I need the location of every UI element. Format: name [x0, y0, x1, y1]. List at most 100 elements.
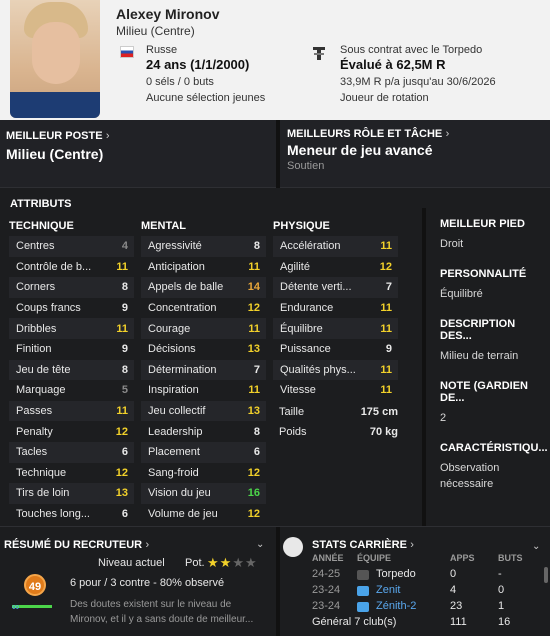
attribute-name: Sang-froid — [148, 466, 199, 479]
physical-title: PHYSIQUE — [273, 220, 330, 232]
attribute-name: Détente verti... — [280, 281, 352, 294]
career-club[interactable]: Torpedo — [376, 568, 416, 580]
attribute-row[interactable]: Penalty 12 — [9, 421, 134, 442]
best-foot: MEILLEUR PIED Droit — [440, 218, 525, 250]
attribute-row[interactable]: Corners 8 — [9, 277, 134, 298]
attribute-row[interactable]: Détermination 7 — [141, 359, 266, 381]
scout-report-link[interactable]: RÉSUMÉ DU RECRUTEUR › — [4, 537, 149, 551]
career-club[interactable]: Zénith-2 — [376, 600, 416, 612]
attribute-row[interactable]: Placement 6 — [141, 441, 266, 463]
career-goals: 1 — [498, 600, 505, 612]
zenit-icon — [357, 586, 369, 596]
player-header: Alexey Mironov Milieu (Centre) Russe 24 … — [0, 0, 550, 120]
attribute-row[interactable]: Tacles 6 — [9, 441, 134, 463]
attribute-row[interactable]: Puissance 9 — [273, 339, 398, 360]
attribute-row[interactable]: Jeu collectif 13 — [141, 400, 266, 422]
chevron-down-icon[interactable]: ⌄ — [256, 539, 264, 550]
attribute-row[interactable]: Concentration 12 — [141, 298, 266, 319]
attribute-row[interactable]: Touches long... 6 — [9, 504, 134, 525]
side-info: MEILLEUR PIED Droit PERSONNALITÉ Équilibré… — [422, 208, 550, 528]
youth-caps: Aucune sélection jeunes — [146, 92, 266, 104]
attribute-name: Endurance — [280, 302, 334, 315]
attribute-row[interactable]: Jeu de tête 8 — [9, 359, 134, 381]
attribute-name: Puissance — [280, 343, 331, 356]
career-goals: 0 — [498, 584, 505, 596]
attribute-name: Appels de balle — [148, 281, 224, 294]
attribute-name: Inspiration — [148, 384, 199, 397]
attribute-row[interactable]: Détente verti... 7 — [273, 277, 398, 298]
career-stats-link[interactable]: STATS CARRIÈRE › — [312, 537, 414, 551]
attribute-name: Agressivité — [148, 240, 202, 253]
attribute-name: Touches long... — [16, 508, 90, 521]
chevron-down-icon[interactable]: ⌄ — [532, 541, 540, 552]
attribute-value: 13 — [115, 487, 128, 500]
attribute-value: 13 — [247, 405, 260, 418]
torpedo-club-icon[interactable] — [312, 46, 326, 62]
torpedo-icon — [357, 570, 369, 580]
attribute-row[interactable]: Leadership 8 — [141, 421, 266, 442]
best-position-link[interactable]: MEILLEUR POSTE › — [6, 128, 110, 142]
attribute-value: 6 — [121, 446, 128, 459]
attribute-name: Tirs de loin — [16, 487, 70, 500]
attribute-value: 14 — [247, 281, 260, 294]
attribute-row[interactable]: Décisions 13 — [141, 339, 266, 360]
attribute-row[interactable]: Passes 11 — [9, 400, 134, 422]
attribute-row[interactable]: Courage 11 — [141, 318, 266, 339]
attribute-name: Jeu de tête — [16, 363, 71, 376]
career-year: 23-24 — [312, 584, 341, 596]
best-position-bar: MEILLEUR POSTE › Milieu (Centre) MEILLEU… — [0, 120, 550, 188]
personality: PERSONNALITÉ Équilibré — [440, 268, 527, 300]
attribute-row[interactable]: Inspiration 11 — [141, 380, 266, 401]
attribute-row[interactable]: Coups francs 9 — [9, 298, 134, 319]
attribute-value: 12 — [115, 466, 128, 479]
attribute-name: Corners — [16, 281, 56, 294]
attribute-row[interactable]: Sang-froid 12 — [141, 463, 266, 484]
attribute-row[interactable]: Qualités phys... 11 — [273, 359, 398, 381]
attribute-value: 9 — [121, 343, 128, 356]
attribute-name: Placement — [148, 446, 200, 459]
attribute-row[interactable]: Équilibre 11 — [273, 318, 398, 339]
attribute-row[interactable]: Centres 4 — [9, 236, 134, 257]
attribute-value: 4 — [121, 240, 128, 253]
attribute-row[interactable]: Agilité 12 — [273, 257, 398, 278]
attribute-row[interactable]: Endurance 11 — [273, 298, 398, 319]
attribute-row[interactable]: Contrôle de b... 11 — [9, 257, 134, 278]
media-description: DESCRIPTION DES... Milieu de terrain — [440, 318, 519, 362]
attribute-value: 11 — [380, 322, 392, 335]
attribute-row[interactable]: Appels de balle 14 — [141, 277, 266, 298]
attribute-row[interactable]: Accélération 11 — [273, 236, 398, 257]
career-row[interactable]: 23-24 Zenit 4 0 — [312, 584, 542, 598]
attribute-row[interactable]: Vitesse 11 — [273, 380, 398, 401]
mental-title: MENTAL — [141, 220, 187, 232]
career-row[interactable]: 24-25 Torpedo 0 - — [312, 568, 542, 582]
attribute-value: 9 — [121, 302, 128, 315]
scrollbar[interactable] — [544, 567, 548, 583]
attribute-row[interactable]: Agressivité 8 — [141, 236, 266, 257]
bottom-panel: RÉSUMÉ DU RECRUTEUR › ⌄ Niveau actuel Po… — [0, 526, 550, 636]
career-apps: 4 — [450, 584, 457, 596]
attribute-value: 6 — [121, 508, 128, 521]
attribute-row[interactable]: Anticipation 11 — [141, 257, 266, 278]
career-club[interactable]: Zenit — [376, 584, 400, 596]
attribute-row[interactable]: Dribbles 11 — [9, 318, 134, 339]
player-age: 24 ans (1/1/2000) — [146, 57, 250, 72]
best-role-link[interactable]: MEILLEURS RÔLE ET TÂCHE › — [287, 126, 449, 140]
attribute-value: 13 — [247, 343, 260, 356]
career-apps: 23 — [450, 600, 463, 612]
attribute-row[interactable]: Technique 12 — [9, 463, 134, 484]
attribute-name: Qualités phys... — [280, 363, 356, 376]
career-row[interactable]: 23-24 Zénith-2 23 1 — [312, 600, 542, 614]
career-total: Général 7 club(s) 111 16 — [312, 616, 511, 628]
attribute-name: Tacles — [16, 446, 48, 459]
attribute-value: 11 — [248, 260, 260, 273]
attribute-row[interactable]: Tirs de loin 13 — [9, 483, 134, 504]
attribute-value: 16 — [247, 487, 260, 500]
attribute-row[interactable]: Vision du jeu 16 — [141, 483, 266, 504]
attribute-row[interactable]: Volume de jeu 12 — [141, 504, 266, 525]
attribute-name: Volume de jeu — [148, 508, 218, 521]
attribute-name: Vision du jeu — [148, 487, 211, 500]
attribute-row[interactable]: Finition 9 — [9, 339, 134, 360]
attribute-name: Concentration — [148, 302, 217, 315]
attribute-name: Marquage — [16, 384, 66, 397]
attribute-row[interactable]: Marquage 5 — [9, 380, 134, 401]
